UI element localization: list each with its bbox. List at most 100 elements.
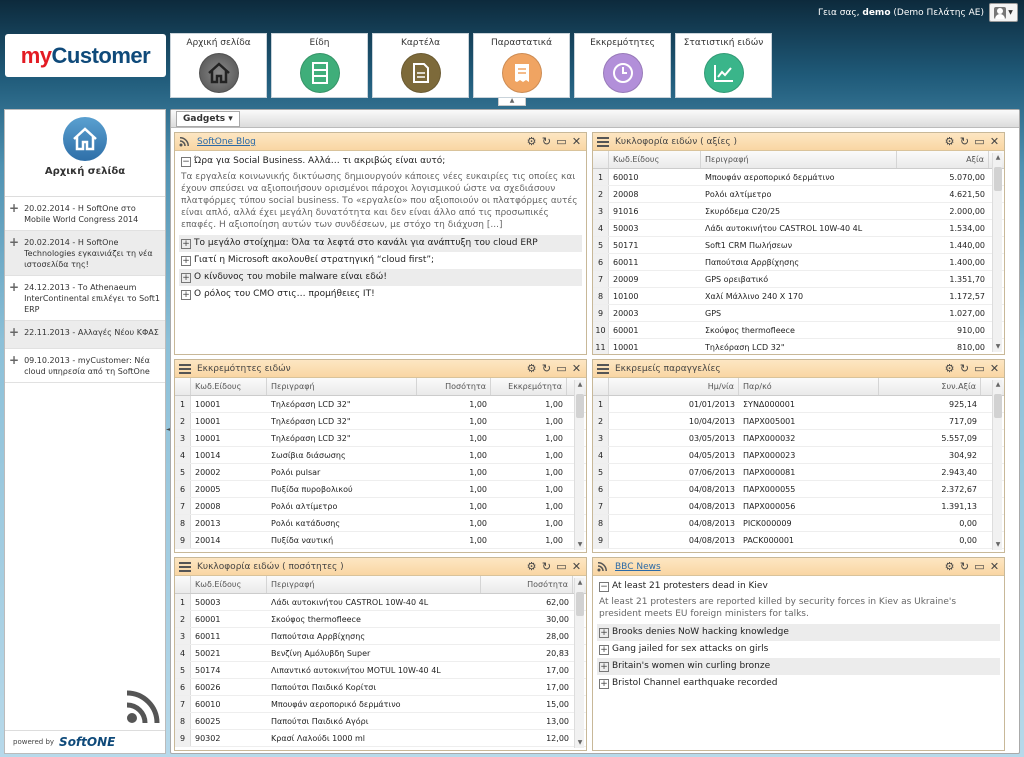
table-row[interactable]: 9 04/08/2013 PACK000001 0,00 [593, 532, 1004, 549]
col-header[interactable]: Συν.Αξία [879, 378, 981, 395]
table-row[interactable]: 3 10001 Τηλεόραση LCD 32" 1,00 1,00 [175, 430, 586, 447]
nav-stats[interactable]: Στατιστική ειδών [675, 33, 772, 98]
refresh-icon[interactable]: ↻ [959, 363, 970, 374]
table-row[interactable]: 4 50021 Βενζίνη Αμόλυβδη Super 20,83 [175, 645, 586, 662]
gear-icon[interactable]: ⚙ [944, 561, 955, 572]
feed-item[interactable]: + Γιατί η Microsoft ακολουθεί στρατηγική … [179, 252, 582, 269]
nav-items[interactable]: Είδη [271, 33, 368, 98]
maximize-icon[interactable]: ▭ [556, 363, 567, 374]
table-row[interactable]: 1 10001 Τηλεόραση LCD 32" 1,00 1,00 [175, 396, 586, 413]
gear-icon[interactable]: ⚙ [944, 136, 955, 147]
feed-item[interactable]: + Gang jailed for sex attacks on girls [597, 641, 1000, 658]
refresh-icon[interactable]: ↻ [541, 363, 552, 374]
scrollbar[interactable]: ▲ ▼ [992, 380, 1002, 550]
table-row[interactable]: 5 07/06/2013 ΠΑΡΧ000081 2.943,40 [593, 464, 1004, 481]
scroll-thumb[interactable] [576, 394, 584, 418]
scroll-down-icon[interactable]: ▼ [993, 342, 1003, 352]
table-row[interactable]: 8 60025 Παπούτσι Παιδικό Αγόρι 13,00 [175, 713, 586, 730]
close-icon[interactable]: ✕ [571, 363, 582, 374]
feed-item[interactable]: + Brooks denies NoW hacking knowledge [597, 624, 1000, 641]
close-icon[interactable]: ✕ [989, 561, 1000, 572]
scroll-thumb[interactable] [994, 394, 1002, 418]
feed-item[interactable]: + Ο ρόλος του CMO στις… προμήθειες IT! [179, 286, 582, 303]
feed-item[interactable]: + Britain's women win curling bronze [597, 658, 1000, 675]
col-header[interactable]: Αξία [897, 151, 989, 168]
table-row[interactable]: 5 20002 Ρολόι pulsar 1,00 1,00 [175, 464, 586, 481]
scrollbar[interactable]: ▲ ▼ [992, 153, 1002, 352]
refresh-icon[interactable]: ↻ [959, 136, 970, 147]
gadgets-menu-button[interactable]: Gadgets ▾ [176, 111, 240, 127]
table-row[interactable]: 5 50174 Λιπαντικό αυτοκινήτου MOTUL 10W-40… [175, 662, 586, 679]
table-row[interactable]: 4 10014 Σωσίβια διάσωσης 1,00 1,00 [175, 447, 586, 464]
table-row[interactable]: 6 60011 Παπούτσια Αρρβίχησης 1.400,00 [593, 254, 1004, 271]
table-row[interactable]: 3 03/05/2013 ΠΑΡΧ000032 5.557,09 [593, 430, 1004, 447]
feed-item[interactable]: + Το μεγάλο στοίχημα: Όλα τα λεφτά στο κα… [179, 235, 582, 252]
gear-icon[interactable]: ⚙ [526, 561, 537, 572]
table-row[interactable]: 5 50171 Soft1 CRM Πωλήσεων 1.440,00 [593, 237, 1004, 254]
table-row[interactable]: 1 50003 Λάδι αυτοκινήτου CASTROL 10W-40 4L… [175, 594, 586, 611]
app-logo[interactable]: my Customer [5, 34, 166, 77]
table-row[interactable]: 3 60011 Παπούτσια Αρρβίχησης 28,00 [175, 628, 586, 645]
close-icon[interactable]: ✕ [571, 136, 582, 147]
news-item[interactable]: +20.02.2014 - H SoftOne στο Mobile World… [5, 197, 165, 231]
scroll-up-icon[interactable]: ▲ [993, 380, 1003, 390]
scrollbar[interactable]: ▲ ▼ [574, 380, 584, 550]
gear-icon[interactable]: ⚙ [944, 363, 955, 374]
table-row[interactable]: 11 10001 Τηλεόραση LCD 32" 810,00 [593, 339, 1004, 354]
scroll-thumb[interactable] [576, 592, 584, 616]
col-header[interactable]: Περιγραφή [701, 151, 897, 168]
col-header[interactable]: Ποσότητα [417, 378, 491, 395]
table-row[interactable]: 7 20008 Ρολόι αλτίμετρο 1,00 1,00 [175, 498, 586, 515]
feed-item-expanded[interactable]: − Ώρα για Social Business. Αλλά… τι ακριβ… [179, 153, 582, 170]
news-item[interactable]: +20.02.2014 - H SoftOne Technologies εγκ… [5, 231, 165, 276]
table-row[interactable]: 7 20009 GPS ορειβατικό 1.351,70 [593, 271, 1004, 288]
table-row[interactable]: 1 01/01/2013 ΣΥΝΔ000001 925,14 [593, 396, 1004, 413]
col-header[interactable]: Κωδ.Είδους [609, 151, 701, 168]
table-row[interactable]: 8 04/08/2013 PICK000009 0,00 [593, 515, 1004, 532]
close-icon[interactable]: ✕ [571, 561, 582, 572]
table-row[interactable]: 2 10/04/2013 ΠΑΡΧ005001 717,09 [593, 413, 1004, 430]
close-icon[interactable]: ✕ [989, 136, 1000, 147]
maximize-icon[interactable]: ▭ [974, 363, 985, 374]
table-row[interactable]: 3 91016 Σκυρόδεμα C20/25 2.000,00 [593, 203, 1004, 220]
user-menu-button[interactable]: ▼ [989, 3, 1018, 22]
col-header[interactable]: Ποσότητα [481, 576, 573, 593]
scroll-up-icon[interactable]: ▲ [575, 380, 585, 390]
table-row[interactable]: 10 60001 Σκούφος thermofleece 910,00 [593, 322, 1004, 339]
nav-documents[interactable]: Παραστατικά [473, 33, 570, 98]
feed-item-expanded[interactable]: − At least 21 protesters dead in Kiev [597, 578, 1000, 595]
scroll-up-icon[interactable]: ▲ [993, 153, 1003, 163]
col-header[interactable]: Κωδ.Είδους [191, 378, 267, 395]
nav-card[interactable]: Καρτέλα [372, 33, 469, 98]
news-item[interactable]: +24.12.2013 - Το Athenaeum InterContinen… [5, 276, 165, 321]
table-row[interactable]: 2 10001 Τηλεόραση LCD 32" 1,00 1,00 [175, 413, 586, 430]
table-row[interactable]: 8 10100 Χαλί Μάλλινο 240 X 170 1.172,57 [593, 288, 1004, 305]
news-item[interactable]: +09.10.2013 - myCustomer: Νέα cloud υπηρ… [5, 349, 165, 383]
maximize-icon[interactable]: ▭ [974, 136, 985, 147]
col-header[interactable]: Εκκρεμότητα [491, 378, 567, 395]
maximize-icon[interactable]: ▭ [556, 136, 567, 147]
scroll-thumb[interactable] [994, 167, 1002, 191]
nav-home[interactable]: Αρχική σελίδα [170, 33, 267, 98]
table-row[interactable]: 4 04/05/2013 ΠΑΡΧ000023 304,92 [593, 447, 1004, 464]
table-row[interactable]: 1 60010 Μπουφάν αεροπορικό δερμάτινο 5.070,… [593, 169, 1004, 186]
scrollbar[interactable]: ▲ ▼ [574, 578, 584, 748]
collapse-header-button[interactable]: ▲ [498, 98, 526, 106]
col-header[interactable]: Περιγραφή [267, 576, 481, 593]
scroll-down-icon[interactable]: ▼ [575, 540, 585, 550]
table-row[interactable]: 8 20013 Ρολόι κατάδυσης 1,00 1,00 [175, 515, 586, 532]
maximize-icon[interactable]: ▭ [974, 561, 985, 572]
col-header[interactable]: Ημ/νία [609, 378, 739, 395]
refresh-icon[interactable]: ↻ [541, 136, 552, 147]
table-row[interactable]: 6 60026 Παπούτσι Παιδικό Κορίτσι 17,00 [175, 679, 586, 696]
refresh-icon[interactable]: ↻ [959, 561, 970, 572]
gear-icon[interactable]: ⚙ [526, 363, 537, 374]
col-header[interactable]: Περιγραφή [267, 378, 417, 395]
scroll-down-icon[interactable]: ▼ [575, 738, 585, 748]
panel-title[interactable]: BBC News [615, 562, 944, 572]
scroll-down-icon[interactable]: ▼ [993, 540, 1003, 550]
refresh-icon[interactable]: ↻ [541, 561, 552, 572]
col-header[interactable]: Κωδ.Είδους [191, 576, 267, 593]
col-header[interactable]: Παρ/κό [739, 378, 879, 395]
table-row[interactable]: 2 20008 Ρολόι αλτίμετρο 4.621,50 [593, 186, 1004, 203]
